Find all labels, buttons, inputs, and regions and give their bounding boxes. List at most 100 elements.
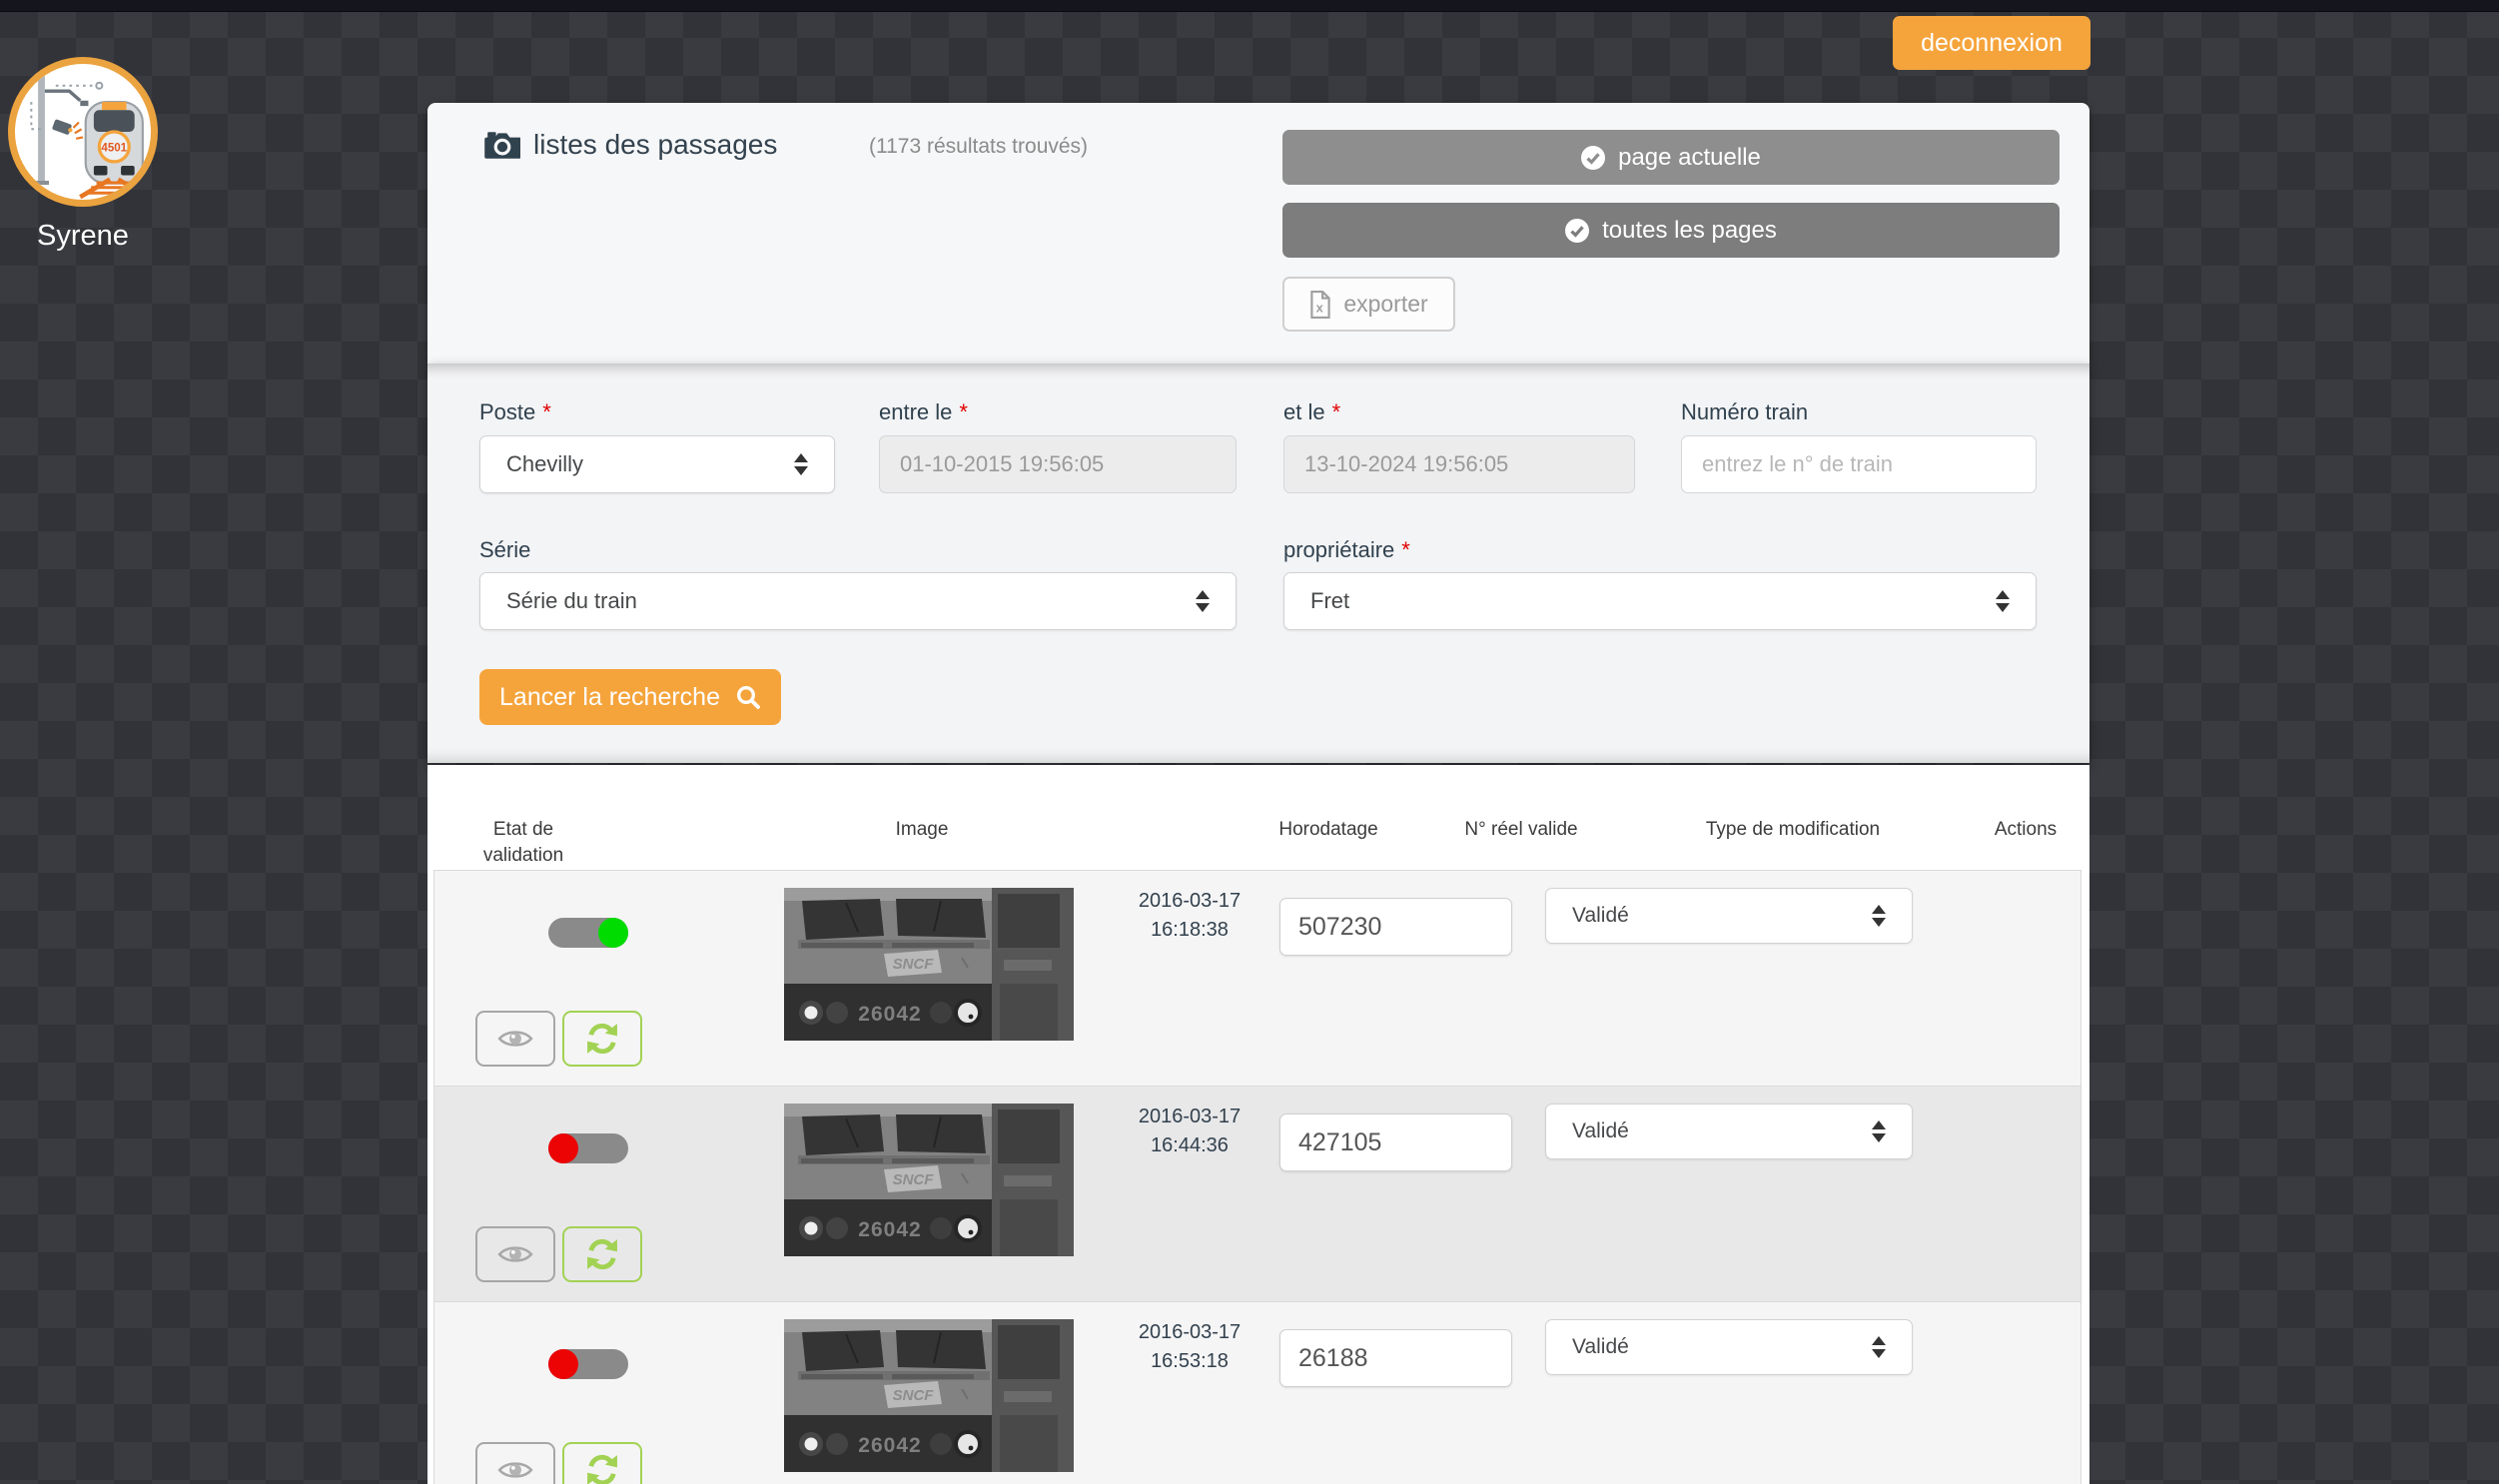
numero-reel-input[interactable] — [1279, 1113, 1512, 1171]
sort-carets-icon — [1872, 905, 1886, 927]
sort-carets-icon — [1196, 590, 1210, 612]
serie-label: Série — [479, 537, 530, 563]
sort-carets-icon — [1996, 590, 2010, 612]
passages-table-card: Etat de validation Image Horodatage N° r… — [427, 765, 2089, 1484]
train-image: SNCF 26042 — [784, 888, 1074, 1041]
svg-text:x: x — [1316, 300, 1324, 315]
sort-carets-icon — [1872, 1120, 1886, 1142]
table-row: SNCF 26042 2016-03-17 16:18:38 Validé — [434, 871, 2081, 1087]
refresh-passage-button[interactable] — [562, 1011, 642, 1067]
numero-reel-input[interactable] — [1279, 898, 1512, 956]
date-from-label: entre le* — [879, 399, 968, 425]
export-button[interactable]: x exporter — [1282, 277, 1455, 332]
numero-reel-input[interactable] — [1279, 1329, 1512, 1387]
svg-text:26042: 26042 — [858, 1218, 921, 1241]
train-image: SNCF 26042 — [784, 1104, 1074, 1256]
timestamp: 2016-03-17 16:53:18 — [1080, 1318, 1299, 1376]
view-passage-button[interactable] — [475, 1011, 555, 1067]
page-title-text: listes des passages — [533, 129, 777, 161]
timestamp: 2016-03-17 16:44:36 — [1080, 1103, 1299, 1160]
proprietaire-label: propriétaire* — [1283, 537, 1410, 563]
proprietaire-select-value: Fret — [1310, 588, 1349, 614]
timestamp-time: 16:18:38 — [1080, 916, 1299, 945]
check-circle-icon — [1581, 146, 1605, 170]
app-logo[interactable]: 4501 — [8, 57, 158, 207]
main-panel: listes des passages (1173 résultats trou… — [427, 0, 2089, 1484]
brand-name: Syrene — [0, 220, 166, 253]
train-number-input[interactable] — [1681, 435, 2037, 493]
app-background: deconnexion 4501 — [0, 0, 2499, 1484]
column-header-numero-reel: N° réel valide — [1426, 765, 1616, 870]
timestamp-time: 16:44:36 — [1080, 1131, 1299, 1160]
all-pages-label: toutes les pages — [1602, 217, 1777, 245]
required-asterisk: * — [1401, 537, 1410, 562]
refresh-passage-button[interactable] — [562, 1442, 642, 1484]
search-filters-card: Poste* entre le* et le* Numéro train Che… — [427, 364, 2089, 763]
refresh-icon — [586, 1238, 618, 1270]
table-row: SNCF 26042 2016-03-17 16:53:18 Validé — [434, 1302, 2081, 1484]
refresh-passage-button[interactable] — [562, 1226, 642, 1282]
timestamp-date: 2016-03-17 — [1080, 1318, 1299, 1347]
sort-carets-icon — [794, 453, 808, 475]
table-row: SNCF 26042 2016-03-17 16:44:36 Validé — [434, 1087, 2081, 1302]
passages-header-card: listes des passages (1173 résultats trou… — [427, 103, 2089, 364]
date-to-input[interactable] — [1283, 435, 1635, 493]
svg-text:SNCF: SNCF — [893, 1387, 935, 1404]
current-page-label: page actuelle — [1618, 144, 1761, 172]
table-rows: SNCF 26042 2016-03-17 16:18:38 Validé — [433, 870, 2082, 1484]
required-asterisk: * — [542, 399, 551, 424]
timestamp-date: 2016-03-17 — [1080, 887, 1299, 916]
type-modification-select[interactable]: Validé — [1545, 1104, 1913, 1159]
type-modification-value: Validé — [1572, 1119, 1629, 1143]
toggle-knob — [598, 918, 628, 948]
poste-select-value: Chevilly — [506, 451, 583, 477]
timestamp-date: 2016-03-17 — [1080, 1103, 1299, 1131]
proprietaire-select[interactable]: Fret — [1283, 572, 2037, 630]
eye-icon — [497, 1027, 533, 1051]
type-modification-select[interactable]: Validé — [1545, 888, 1913, 944]
train-image: SNCF 26042 — [784, 1319, 1074, 1472]
check-circle-icon — [1565, 219, 1589, 243]
svg-text:26042: 26042 — [858, 1003, 921, 1026]
svg-text:SNCF: SNCF — [893, 956, 935, 973]
toggle-knob — [548, 1133, 578, 1163]
page-title: listes des passages — [484, 129, 777, 161]
type-modification-value: Validé — [1572, 904, 1629, 928]
refresh-icon — [586, 1023, 618, 1055]
serie-select[interactable]: Série du train — [479, 572, 1237, 630]
poste-select[interactable]: Chevilly — [479, 435, 835, 493]
type-modification-value: Validé — [1572, 1335, 1629, 1359]
required-asterisk: * — [959, 399, 968, 424]
validation-toggle[interactable] — [548, 1133, 628, 1163]
search-button[interactable]: Lancer la recherche — [479, 669, 781, 725]
table-header-row: Etat de validation Image Horodatage N° r… — [433, 765, 2082, 870]
eye-icon — [497, 1458, 533, 1482]
column-header-actions: Actions — [1970, 765, 2082, 870]
validation-toggle[interactable] — [548, 1349, 628, 1379]
refresh-icon — [586, 1454, 618, 1484]
svg-text:SNCF: SNCF — [893, 1171, 935, 1188]
train-camera-logo-icon: 4501 — [15, 64, 151, 200]
view-passage-button[interactable] — [475, 1442, 555, 1484]
validation-toggle[interactable] — [548, 918, 628, 948]
view-passage-button[interactable] — [475, 1226, 555, 1282]
date-from-input[interactable] — [879, 435, 1237, 493]
excel-file-icon: x — [1309, 291, 1331, 319]
timestamp: 2016-03-17 16:18:38 — [1080, 887, 1299, 945]
timestamp-time: 16:53:18 — [1080, 1347, 1299, 1376]
train-number-label: Numéro train — [1681, 399, 1808, 425]
serie-select-value: Série du train — [506, 588, 637, 614]
eye-icon — [497, 1242, 533, 1266]
search-button-label: Lancer la recherche — [499, 683, 720, 712]
export-label: exporter — [1343, 291, 1427, 318]
type-modification-select[interactable]: Validé — [1545, 1319, 1913, 1375]
svg-text:26042: 26042 — [858, 1434, 921, 1457]
toggle-knob — [548, 1349, 578, 1379]
sort-carets-icon — [1872, 1336, 1886, 1358]
column-header-etat: Etat de validation — [433, 765, 613, 870]
select-current-page-button[interactable]: page actuelle — [1282, 130, 2060, 185]
column-header-horodatage: Horodatage — [1231, 765, 1426, 870]
svg-text:4501: 4501 — [101, 143, 127, 155]
results-count: (1173 résultats trouvés) — [869, 135, 1088, 159]
select-all-pages-button[interactable]: toutes les pages — [1282, 203, 2060, 258]
